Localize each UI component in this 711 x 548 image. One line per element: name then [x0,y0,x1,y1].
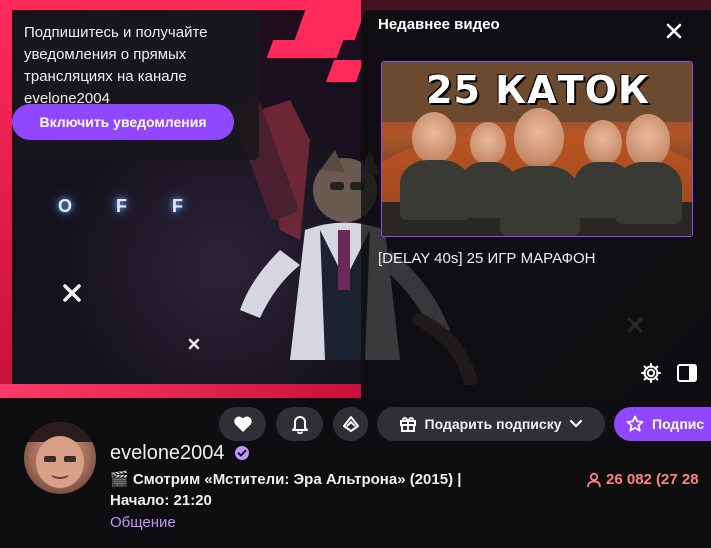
notification-prompt-text: Подпишитесь и получайте уведомления о пр… [24,24,208,107]
banner-left-stripe [0,0,12,398]
diamond-icon [342,416,359,432]
person-scarf [500,166,580,236]
person-face [626,114,670,168]
close-icon[interactable] [661,18,687,44]
video-player[interactable]: O F F Подпишитесь и получайте уведомлени… [0,0,711,398]
offline-letter: O [58,196,73,216]
viewer-count-value: 26 082 (27 28 [606,471,699,488]
bell-icon [291,416,308,434]
offline-letter: F [116,196,127,216]
gift-subscription-button[interactable]: Подарить подписку [377,407,605,441]
stream-start-time: Начало: 21:20 [110,492,212,509]
x-decoration-icon [188,338,200,350]
person-scarf [616,162,682,224]
verified-badge-icon [235,446,249,460]
channel-info: Подарить подписку Подпис evelone2004 🎬 С… [0,398,711,548]
subscribe-label: Подпис [652,416,705,432]
viewer-count: 26 082 (27 28 [586,471,699,488]
avatar-image [24,422,96,488]
person-face [514,108,564,168]
banner-slab [294,10,366,40]
settings-gear-icon[interactable] [640,362,662,384]
chevron-down-icon [570,419,583,428]
recent-video-panel: Недавнее видео 25 КАТОК [DELAY 40s] 25 И… [361,0,711,398]
thumbnail-title: 25 КАТОК [426,68,650,112]
person-face [412,112,456,164]
star-icon [626,415,644,432]
banner-slab [266,40,344,58]
subscribe-button[interactable]: Подпис [614,407,711,441]
gift-icon [399,416,416,432]
recent-video-thumbnail[interactable]: 25 КАТОК [381,61,693,237]
channel-name[interactable]: evelone2004 [110,442,225,465]
person-face [584,120,622,166]
stream-title: 🎬 Смотрим «Мстители: Эра Альтрона» (2015… [110,471,462,488]
person-icon [587,472,601,487]
hype-button[interactable] [333,407,368,441]
follow-button[interactable] [219,407,266,441]
banner-slab [325,60,365,82]
notifications-bell-button[interactable] [276,407,323,441]
banner-bottom-stripe [0,384,361,398]
gift-subscription-label: Подарить подписку [424,416,562,432]
theatre-mode-icon[interactable] [676,362,698,384]
person-face [470,122,506,166]
offline-letter: F [172,196,183,216]
heart-icon [233,416,252,432]
enable-notifications-button[interactable]: Включить уведомления [12,104,234,140]
x-decoration-icon [63,284,81,302]
stream-category-link[interactable]: Общение [110,514,176,531]
recent-video-title[interactable]: [DELAY 40s] 25 ИГР МАРАФОН [378,250,596,267]
channel-avatar[interactable] [24,422,96,494]
recent-video-heading: Недавнее видео [378,16,500,33]
